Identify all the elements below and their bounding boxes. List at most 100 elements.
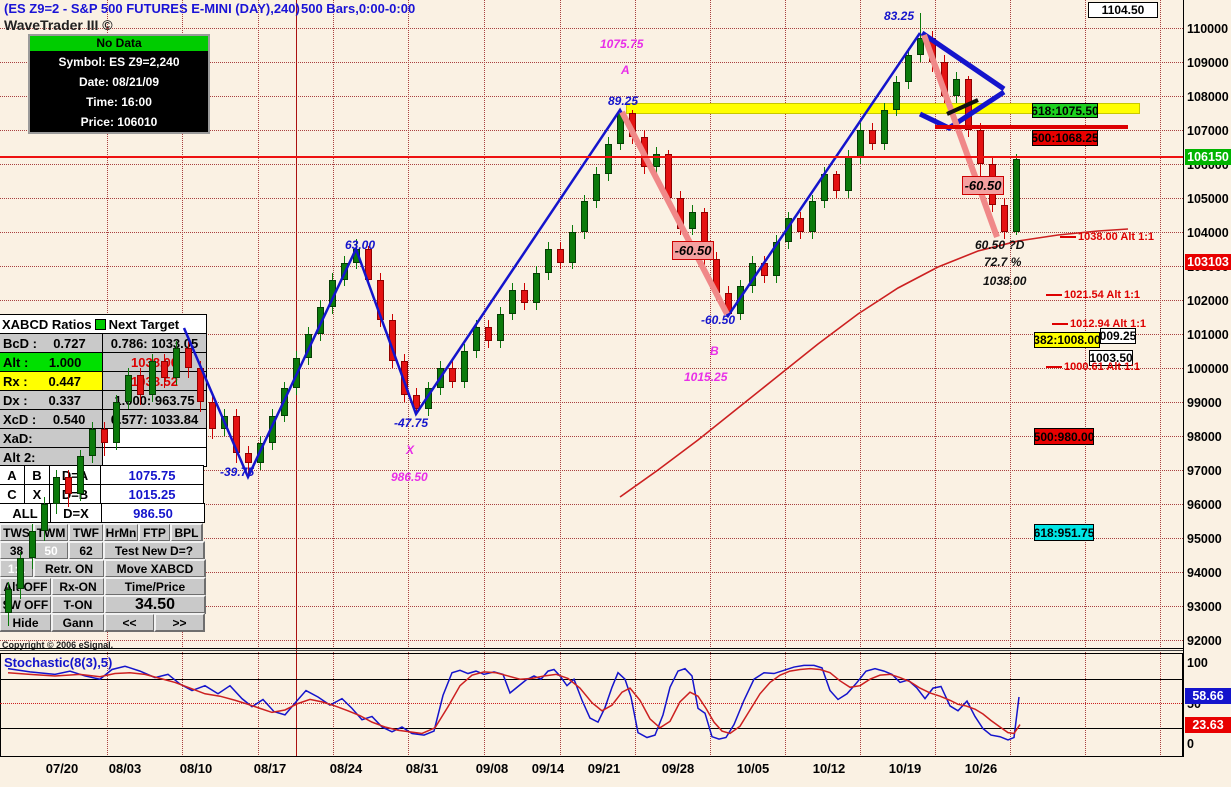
gridline-v bbox=[258, 0, 259, 757]
chart-title: (ES Z9=2 - S&P 500 FUTURES E-MINI (DAY),… bbox=[4, 1, 300, 16]
alt-level-label: 1012.94 Alt 1:1 bbox=[1070, 318, 1147, 330]
stochastic-panel bbox=[0, 653, 1183, 757]
--button[interactable]: >> bbox=[154, 613, 205, 632]
gridline-h bbox=[0, 232, 1183, 233]
price-tick-label: 92000 bbox=[1187, 633, 1222, 648]
34-50-button[interactable]: 34.50 bbox=[104, 595, 206, 614]
level-badge: 618:1075.50 bbox=[1032, 103, 1098, 118]
62-button[interactable]: 62 bbox=[68, 541, 104, 560]
xabcd-toggle-x[interactable]: X bbox=[24, 484, 50, 504]
twm-button[interactable]: TWM bbox=[33, 523, 69, 542]
candlestick bbox=[785, 218, 792, 243]
wave-annotation: 986.50 bbox=[391, 470, 428, 484]
price-row: Price: 106010 bbox=[80, 115, 158, 129]
price-tick-label: 99000 bbox=[1187, 395, 1222, 410]
wave-annotation: 60.50 ?D bbox=[975, 238, 1025, 252]
target-value-cell: 1075.75 bbox=[100, 465, 204, 485]
candlestick bbox=[245, 453, 252, 464]
alt-level-dash bbox=[1046, 366, 1062, 368]
twf-button[interactable]: TWF bbox=[68, 523, 104, 542]
candlestick bbox=[413, 395, 420, 409]
candlestick bbox=[665, 153, 672, 198]
50-button[interactable]: 50 bbox=[33, 541, 69, 560]
candlestick bbox=[53, 476, 60, 504]
price-tick-label: 102000 bbox=[1187, 293, 1229, 308]
stoch-separator bbox=[0, 650, 1183, 651]
candlestick bbox=[161, 361, 168, 379]
xabcd-toggle-d=x[interactable]: D=X bbox=[50, 503, 102, 523]
xabcd-select-row: C X D=B 1015.25 bbox=[0, 484, 208, 504]
price-tick-label: 97000 bbox=[1187, 463, 1222, 478]
date-tick-label: 09/14 bbox=[531, 761, 565, 776]
price-tick-label: 100000 bbox=[1187, 361, 1229, 376]
candlestick bbox=[497, 313, 504, 341]
xabcd-toggle-a[interactable]: A bbox=[0, 465, 25, 485]
candlestick bbox=[329, 279, 336, 307]
stoch-tick-label: 100 bbox=[1187, 656, 1208, 670]
wave-annotation: -47.75 bbox=[394, 416, 429, 430]
gridline-h bbox=[0, 198, 1183, 199]
candlestick bbox=[1013, 158, 1020, 232]
bpl-button[interactable]: BPL bbox=[170, 523, 203, 542]
level-badge: -60.50 bbox=[672, 241, 714, 260]
time-row: Time: 16:00 bbox=[86, 95, 152, 109]
button-row: Alt-OFF Rx-ON Time/Price bbox=[0, 577, 208, 596]
wave-annotation: 1015.25 bbox=[684, 370, 728, 384]
stochastic-label: Stochastic(8(3),5) bbox=[4, 655, 113, 670]
candlestick bbox=[137, 374, 144, 396]
date-tick-label: 09/21 bbox=[587, 761, 621, 776]
candlestick bbox=[149, 361, 156, 396]
candlestick bbox=[833, 174, 840, 192]
gridline-v bbox=[560, 0, 561, 757]
candlestick bbox=[521, 289, 528, 304]
candlestick bbox=[581, 201, 588, 232]
symbol-row: Symbol: ES Z9=2,240 bbox=[58, 55, 180, 69]
rx-on-button[interactable]: Rx-ON bbox=[51, 577, 105, 596]
zigzag-line bbox=[182, 32, 922, 481]
price-tick-label: 107000 bbox=[1187, 123, 1229, 138]
wave-annotation: B bbox=[710, 344, 719, 358]
hrmn-button[interactable]: HrMn bbox=[103, 523, 139, 542]
candlestick bbox=[437, 368, 444, 389]
gann-button[interactable]: Gann bbox=[51, 613, 105, 632]
candlestick bbox=[77, 456, 84, 494]
candlestick bbox=[221, 415, 228, 430]
bars-info: 500 Bars,0:00-0:00 bbox=[301, 1, 416, 16]
candlestick bbox=[677, 198, 684, 229]
button-row: Hide Gann << >> bbox=[0, 613, 208, 632]
candlestick bbox=[965, 79, 972, 130]
button-row: $W OFF T-ON 34.50 bbox=[0, 595, 208, 614]
candlestick bbox=[113, 402, 120, 443]
candlestick bbox=[1001, 204, 1008, 232]
stoch-80-line bbox=[0, 679, 1182, 680]
xabcd-toggle-b[interactable]: B bbox=[24, 465, 50, 485]
stoch-value-badge: 58.66 bbox=[1185, 688, 1231, 704]
chart-right-border bbox=[1183, 0, 1184, 757]
--button[interactable]: << bbox=[104, 613, 155, 632]
xabcd-select-row: A B D=A 1075.75 bbox=[0, 465, 208, 485]
candlestick bbox=[209, 402, 216, 430]
retr-on-button[interactable]: Retr. ON bbox=[33, 559, 105, 578]
test-new-d--button[interactable]: Test New D=? bbox=[103, 541, 205, 560]
time-price-button[interactable]: Time/Price bbox=[104, 577, 206, 596]
candlestick bbox=[281, 388, 288, 416]
level-badge: 500:980.00 bbox=[1034, 428, 1094, 445]
candlestick bbox=[893, 82, 900, 110]
candlestick bbox=[449, 368, 456, 382]
xabcd-toggle-c[interactable]: C bbox=[0, 484, 25, 504]
candlestick bbox=[869, 130, 876, 144]
ftp-button[interactable]: FTP bbox=[138, 523, 171, 542]
candlestick bbox=[977, 130, 984, 164]
candlestick bbox=[713, 259, 720, 294]
price-tick-label: 93000 bbox=[1187, 599, 1222, 614]
price-tick-label: 94000 bbox=[1187, 565, 1222, 580]
move-xabcd-button[interactable]: Move XABCD bbox=[104, 559, 206, 578]
candlestick bbox=[737, 286, 744, 314]
candlestick bbox=[857, 130, 864, 158]
price-tick-label: 108000 bbox=[1187, 89, 1229, 104]
wave-annotation: 72.7 % bbox=[984, 255, 1022, 269]
candlestick bbox=[617, 113, 624, 144]
t-on-button[interactable]: T-ON bbox=[51, 595, 105, 614]
date-row: Date: 08/21/09 bbox=[78, 75, 160, 89]
candlestick bbox=[725, 293, 732, 314]
